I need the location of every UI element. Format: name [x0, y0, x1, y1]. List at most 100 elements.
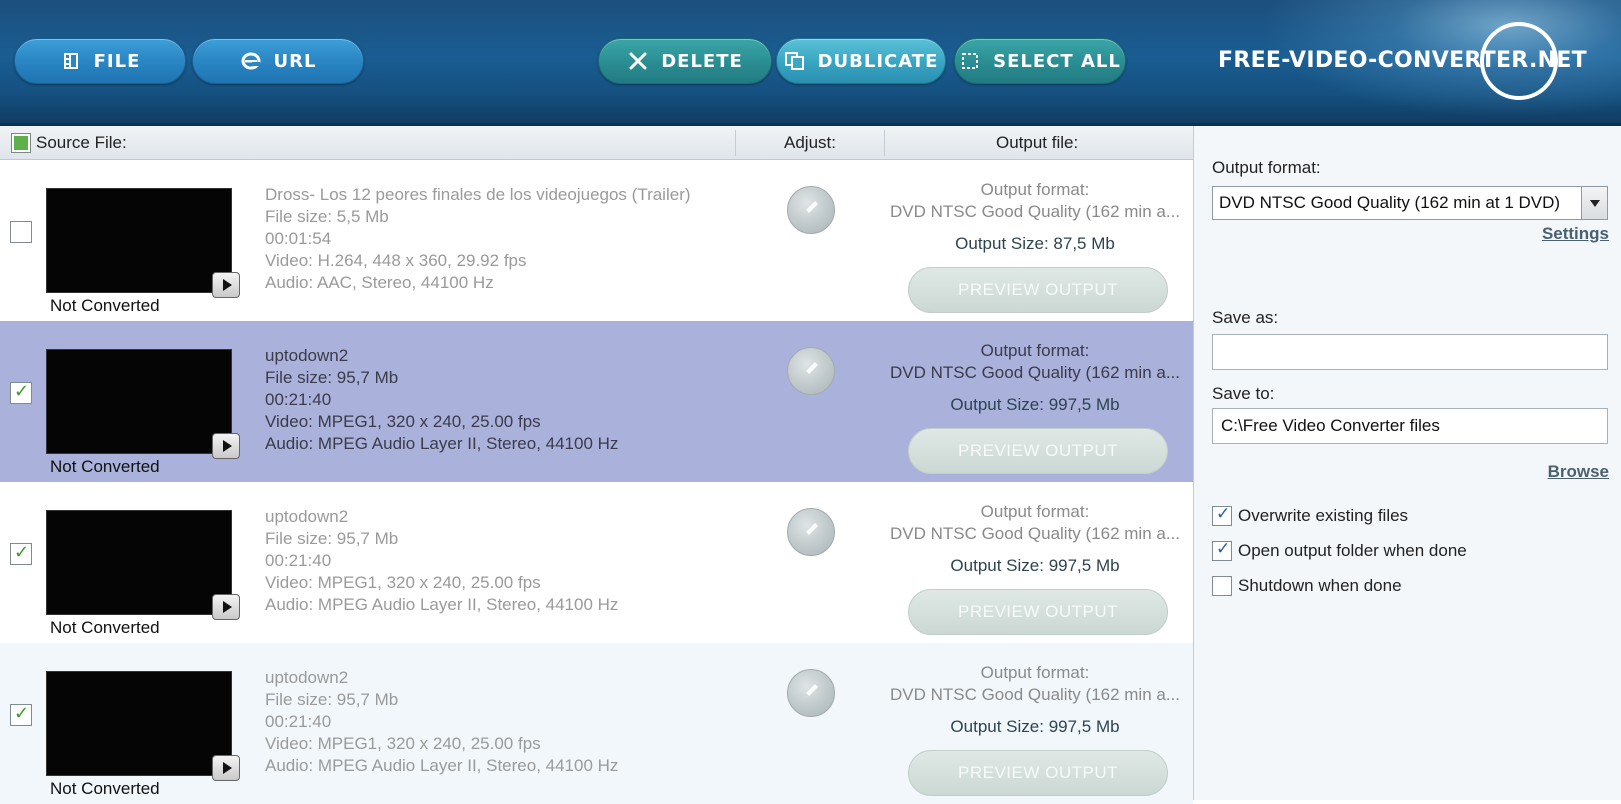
audio-info: Audio: MPEG Audio Layer II, Stereo, 4410…: [265, 595, 619, 614]
column-divider: [884, 130, 885, 156]
file-name: uptodown2: [265, 668, 349, 687]
video-thumbnail[interactable]: [46, 188, 232, 293]
preview-output-button[interactable]: PREVIEW OUTPUT: [908, 750, 1168, 796]
option-checkbox[interactable]: Shutdown when done: [1212, 576, 1402, 596]
duplicate-button[interactable]: DUBLICATE: [776, 38, 946, 84]
browser-e-icon: [240, 50, 262, 72]
duplicate-button-label: DUBLICATE: [817, 50, 939, 72]
checkmark-icon: ✓: [1216, 539, 1231, 559]
output-column-header: Output file:: [996, 133, 1079, 152]
checkmark-icon: ✓: [14, 542, 30, 563]
file-checkbox[interactable]: ✓: [10, 381, 32, 404]
file-row[interactable]: ✓ Not Converted uptodown2 File size: 95,…: [0, 482, 1193, 643]
adjust-column-header: Adjust:: [784, 133, 836, 152]
file-size: File size: 95,7 Mb: [265, 690, 399, 709]
preview-output-button[interactable]: PREVIEW OUTPUT: [908, 267, 1168, 313]
file-duration: 00:21:40: [265, 551, 332, 570]
play-icon[interactable]: [212, 433, 240, 459]
source-column-header[interactable]: Source File:: [0, 126, 127, 160]
file-name: uptodown2: [265, 346, 349, 365]
output-size: Output Size: 997,5 Mb: [950, 395, 1120, 414]
audio-info: Audio: MPEG Audio Layer II, Stereo, 4410…: [265, 756, 619, 775]
output-format-label: Output format:: [980, 502, 1090, 521]
save-to-input[interactable]: C:\Free Video Converter files: [1212, 408, 1608, 444]
adjust-button[interactable]: [787, 508, 835, 556]
add-file-button[interactable]: FILE: [14, 38, 186, 84]
preview-output-button[interactable]: PREVIEW OUTPUT: [908, 589, 1168, 635]
adjust-button[interactable]: [787, 186, 835, 234]
output-format-selected: DVD NTSC Good Quality (162 min at 1 DVD): [1219, 193, 1561, 212]
play-icon[interactable]: [212, 755, 240, 781]
file-size: File size: 95,7 Mb: [265, 529, 399, 548]
select-all-button[interactable]: SELECT ALL: [954, 38, 1126, 84]
chevron-down-icon[interactable]: [1581, 187, 1607, 219]
video-info: Video: MPEG1, 320 x 240, 25.00 fps: [265, 412, 541, 431]
output-format-select[interactable]: DVD NTSC Good Quality (162 min at 1 DVD): [1212, 186, 1608, 220]
video-info: Video: MPEG1, 320 x 240, 25.00 fps: [265, 573, 541, 592]
settings-panel: Output format: DVD NTSC Good Quality (16…: [1193, 126, 1621, 800]
save-as-label: Save as:: [1212, 308, 1279, 327]
select-all-button-label: SELECT ALL: [993, 50, 1121, 72]
file-meta: uptodown2 File size: 95,7 Mb 00:21:40 Vi…: [265, 506, 618, 616]
option-checkbox[interactable]: ✓ Overwrite existing files: [1212, 504, 1408, 526]
file-meta: uptodown2 File size: 95,7 Mb 00:21:40 Vi…: [265, 345, 618, 455]
delete-button[interactable]: DELETE: [598, 38, 772, 84]
preview-output-button[interactable]: PREVIEW OUTPUT: [908, 428, 1168, 474]
delete-button-label: DELETE: [661, 50, 743, 72]
save-to-label: Save to:: [1212, 384, 1275, 403]
video-thumbnail[interactable]: [46, 349, 232, 454]
output-format-value: DVD NTSC Good Quality (162 min a...: [889, 685, 1181, 704]
browse-link[interactable]: Browse: [1548, 462, 1609, 482]
conversion-status: Not Converted: [50, 457, 160, 476]
file-row[interactable]: Not Converted Dross- Los 12 peores final…: [0, 160, 1193, 321]
output-format-label: Output format:: [1212, 158, 1321, 177]
output-format-label: Output format:: [980, 341, 1090, 360]
file-row[interactable]: ✓ Not Converted uptodown2 File size: 95,…: [0, 643, 1193, 804]
conversion-status: Not Converted: [50, 618, 160, 637]
checkbox[interactable]: ✓: [1212, 539, 1232, 561]
file-name: Dross- Los 12 peores finales de los vide…: [265, 185, 691, 204]
checkbox[interactable]: [1212, 576, 1232, 596]
option-checkbox[interactable]: ✓ Open output folder when done: [1212, 539, 1467, 561]
select-all-checkbox[interactable]: [11, 133, 31, 153]
url-button-label: URL: [273, 50, 317, 72]
file-meta: uptodown2 File size: 95,7 Mb 00:21:40 Vi…: [265, 667, 618, 777]
adjust-button[interactable]: [787, 347, 835, 395]
output-size: Output Size: 997,5 Mb: [950, 717, 1120, 736]
file-checkbox[interactable]: ✓: [10, 542, 32, 565]
output-size: Output Size: 87,5 Mb: [955, 234, 1115, 253]
video-info: Video: H.264, 448 x 360, 29.92 fps: [265, 251, 527, 270]
file-duration: 00:21:40: [265, 390, 332, 409]
conversion-status: Not Converted: [50, 779, 160, 798]
output-format-label: Output format:: [980, 180, 1090, 199]
file-row[interactable]: ✓ Not Converted uptodown2 File size: 95,…: [0, 321, 1193, 482]
settings-link[interactable]: Settings: [1542, 224, 1609, 244]
checkmark-icon: ✓: [1216, 504, 1231, 524]
file-checkbox[interactable]: ✓: [10, 703, 32, 726]
file-meta: Dross- Los 12 peores finales de los vide…: [265, 184, 691, 294]
add-url-button[interactable]: URL: [192, 38, 364, 84]
duplicate-icon: [784, 50, 806, 72]
audio-info: Audio: AAC, Stereo, 44100 Hz: [265, 273, 494, 292]
checkbox[interactable]: ✓: [1212, 504, 1232, 526]
file-checkbox[interactable]: [10, 221, 32, 243]
video-thumbnail[interactable]: [46, 510, 232, 615]
pencil-icon: [800, 519, 822, 545]
file-button-label: FILE: [93, 50, 141, 72]
pencil-icon: [800, 680, 822, 706]
pencil-icon: [800, 358, 822, 384]
file-name: uptodown2: [265, 507, 349, 526]
output-format-label: Output format:: [980, 663, 1090, 682]
checkbox-empty-icon: [959, 50, 981, 72]
source-column-label: Source File:: [36, 133, 127, 152]
save-as-input[interactable]: [1212, 334, 1608, 370]
file-duration: 00:01:54: [265, 229, 332, 248]
logo-ring-icon: [1480, 22, 1558, 100]
video-thumbnail[interactable]: [46, 671, 232, 776]
film-icon: [60, 50, 82, 72]
file-size: File size: 95,7 Mb: [265, 368, 399, 387]
file-size: File size: 5,5 Mb: [265, 207, 389, 226]
play-icon[interactable]: [212, 594, 240, 620]
play-icon[interactable]: [212, 272, 240, 298]
adjust-button[interactable]: [787, 669, 835, 717]
